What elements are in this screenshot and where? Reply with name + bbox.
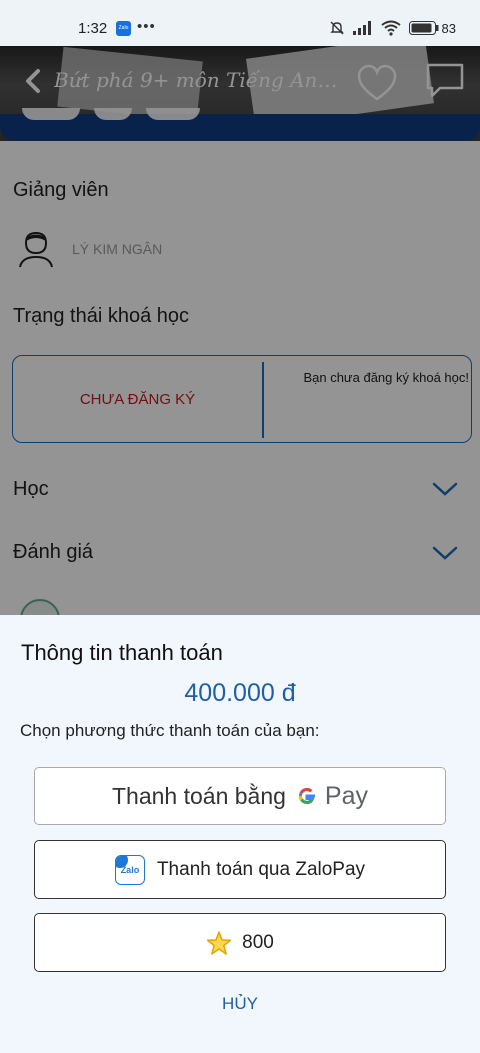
signal-icon <box>352 21 371 35</box>
zalopay-logo-icon: Zalo <box>114 854 145 885</box>
zalopay-button[interactable]: Zalo Thanh toán qua ZaloPay <box>34 840 446 899</box>
battery: 83 <box>408 20 456 36</box>
payment-sheet: Thông tin thanh toán 400.000 đ Chọn phươ… <box>0 615 480 1053</box>
google-pay-logo: Pay <box>296 782 368 811</box>
payment-title: Thông tin thanh toán <box>21 640 223 665</box>
google-g-icon <box>298 787 315 804</box>
google-pay-label: Thanh toán bằng <box>112 782 286 809</box>
cancel-button[interactable]: HỦY <box>0 994 480 1014</box>
zalopay-label: Thanh toán qua ZaloPay <box>156 858 366 880</box>
wifi-icon <box>380 20 401 36</box>
zalo-notification-icon: Zalo <box>116 21 131 36</box>
payment-amount: 400.000 đ <box>184 679 296 707</box>
status-icons: 83 <box>329 20 456 36</box>
stars-payment-button[interactable]: 800 <box>34 913 446 972</box>
google-pay-button[interactable]: Thanh toán bằng Pay <box>34 767 446 825</box>
battery-icon <box>408 21 439 35</box>
google-pay-brand: Pay <box>324 781 368 810</box>
mute-icon <box>329 21 344 35</box>
status-time: 1:32 <box>78 20 108 37</box>
star-icon <box>206 930 232 955</box>
more-notifications-icon: ••• <box>137 18 156 35</box>
battery-level: 83 <box>441 20 456 36</box>
stars-value: 800 <box>242 931 274 953</box>
modal-overlay[interactable] <box>0 46 480 615</box>
payment-prompt: Chọn phương thức thanh toán của bạn: <box>20 721 320 740</box>
status-bar: 1:32 Zalo ••• 83 <box>0 0 480 46</box>
